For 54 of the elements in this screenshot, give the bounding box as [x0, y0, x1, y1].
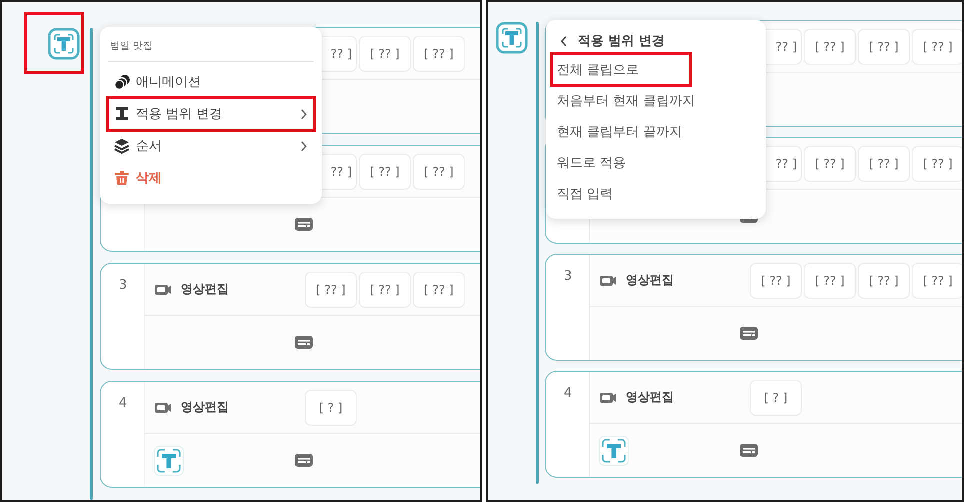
word-chip[interactable]: [ ?? ]: [912, 262, 962, 298]
word-chip[interactable]: [ ?? ]: [413, 36, 465, 72]
text-clip-icon[interactable]: [154, 446, 184, 476]
subtitle-icon[interactable]: [740, 327, 758, 340]
chevron-left-icon: [560, 36, 568, 46]
word-chip[interactable]: [ ?? ]: [804, 146, 856, 182]
video-icon: [600, 392, 616, 404]
video-icon: [155, 284, 171, 296]
word-chip[interactable]: [ ?? ]: [413, 272, 465, 308]
clip-title: 영상편집: [181, 399, 229, 416]
coins-icon: [114, 74, 130, 90]
text-cursor-icon: [114, 106, 130, 122]
clip-number: 4: [564, 386, 572, 401]
word-chip[interactable]: [ ?? ]: [804, 262, 856, 298]
word-chip[interactable]: [ ?? ]: [804, 28, 856, 64]
video-icon: [155, 402, 171, 414]
word-chip[interactable]: [ ?? ]: [359, 36, 411, 72]
word-chip[interactable]: [ ?? ]: [359, 154, 411, 190]
clip-number: 3: [564, 269, 572, 284]
text-clip-icon[interactable]: [599, 436, 629, 466]
trash-icon: [114, 170, 130, 186]
text-icon[interactable]: [48, 28, 80, 60]
text-icon[interactable]: [496, 22, 528, 54]
menu-item[interactable]: 현재 클립부터 끝까지: [552, 116, 760, 147]
subtitle-icon[interactable]: [295, 454, 313, 467]
menu-item[interactable]: 처음부터 현재 클립까지: [552, 85, 760, 116]
clip-number: 3: [119, 278, 128, 293]
clip-title: 영상편집: [181, 281, 229, 298]
word-chip[interactable]: [ ?? ]: [912, 146, 962, 182]
menu-item[interactable]: 적용 범위 변경: [108, 98, 314, 130]
subtitle-icon[interactable]: [295, 336, 313, 349]
word-chip[interactable]: [ ?? ]: [858, 146, 910, 182]
word-chip[interactable]: [ ?? ]: [858, 262, 910, 298]
layers-icon: [114, 138, 130, 154]
chevron-right-icon: [300, 140, 308, 152]
subtitle-icon[interactable]: [295, 218, 313, 231]
word-chip[interactable]: [ ? ]: [305, 390, 357, 426]
subtitle-icon[interactable]: [740, 444, 758, 457]
word-chip[interactable]: [ ?? ]: [359, 272, 411, 308]
clip-title: 영상편집: [626, 272, 674, 289]
menu-item[interactable]: 전체 클립으로: [552, 54, 690, 85]
word-chip[interactable]: [ ?? ]: [912, 28, 962, 64]
word-chip[interactable]: [ ?? ]: [413, 154, 465, 190]
menu-caption: 범일 맛집: [109, 40, 154, 54]
chevron-right-icon: [300, 108, 308, 120]
timeline-track[interactable]: [90, 28, 93, 500]
clip-number: 4: [119, 396, 128, 411]
video-icon: [600, 274, 616, 286]
word-chip[interactable]: [ ? ]: [750, 380, 802, 416]
word-chip[interactable]: [ ?? ]: [858, 28, 910, 64]
timeline-track[interactable]: [536, 22, 539, 484]
word-chip[interactable]: [ ?? ]: [750, 262, 802, 298]
word-chip[interactable]: [ ?? ]: [305, 272, 357, 308]
clip-title: 영상편집: [626, 389, 674, 406]
